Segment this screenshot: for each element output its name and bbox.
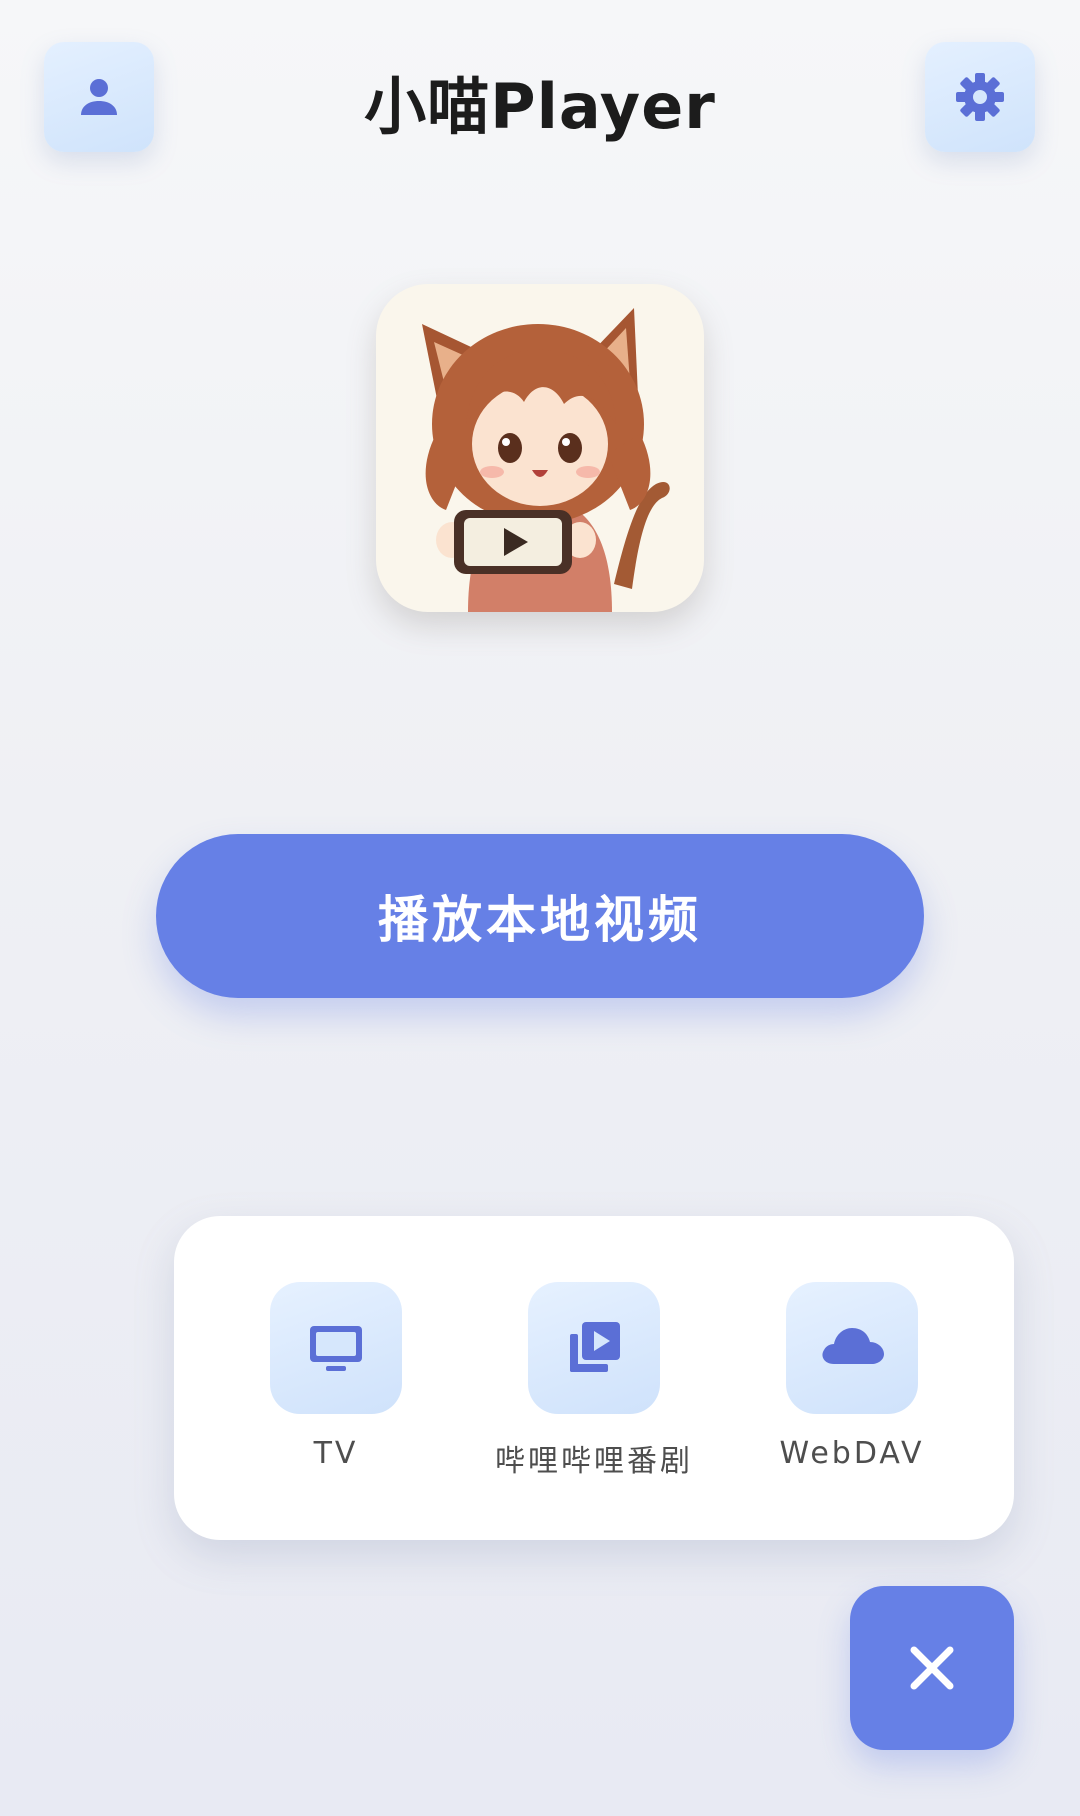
play-local-video-button[interactable]: 播放本地视频 (156, 834, 924, 998)
menu-item-tv-label: TV (313, 1436, 359, 1471)
menu-item-tv[interactable]: TV (196, 1282, 476, 1471)
play-local-video-label: 播放本地视频 (378, 891, 702, 949)
cat-girl-holding-video-player-icon (422, 308, 670, 612)
close-menu-button[interactable] (850, 1586, 1014, 1750)
settings-button[interactable] (925, 42, 1035, 152)
cloud-icon (822, 1328, 884, 1364)
menu-item-bilibili-bangumi-label: 哔哩哔哩番剧 (495, 1444, 693, 1479)
app-logo (376, 284, 704, 612)
menu-item-bilibili-bangumi[interactable]: 哔哩哔哩番剧 (454, 1282, 734, 1480)
gear-icon (956, 73, 1004, 121)
source-menu-card: TV 哔哩哔哩番剧 WebDAV (174, 1216, 1014, 1540)
tv-icon-tile (270, 1282, 402, 1414)
menu-item-webdav[interactable]: WebDAV (712, 1282, 992, 1471)
video-library-icon-tile (528, 1282, 660, 1414)
menu-item-webdav-label: WebDAV (779, 1436, 925, 1471)
video-library-icon (570, 1322, 620, 1372)
tv-icon (310, 1326, 362, 1371)
cloud-icon-tile (786, 1282, 918, 1414)
app-title: 小喵Player (364, 70, 716, 143)
close-icon (910, 1646, 954, 1690)
